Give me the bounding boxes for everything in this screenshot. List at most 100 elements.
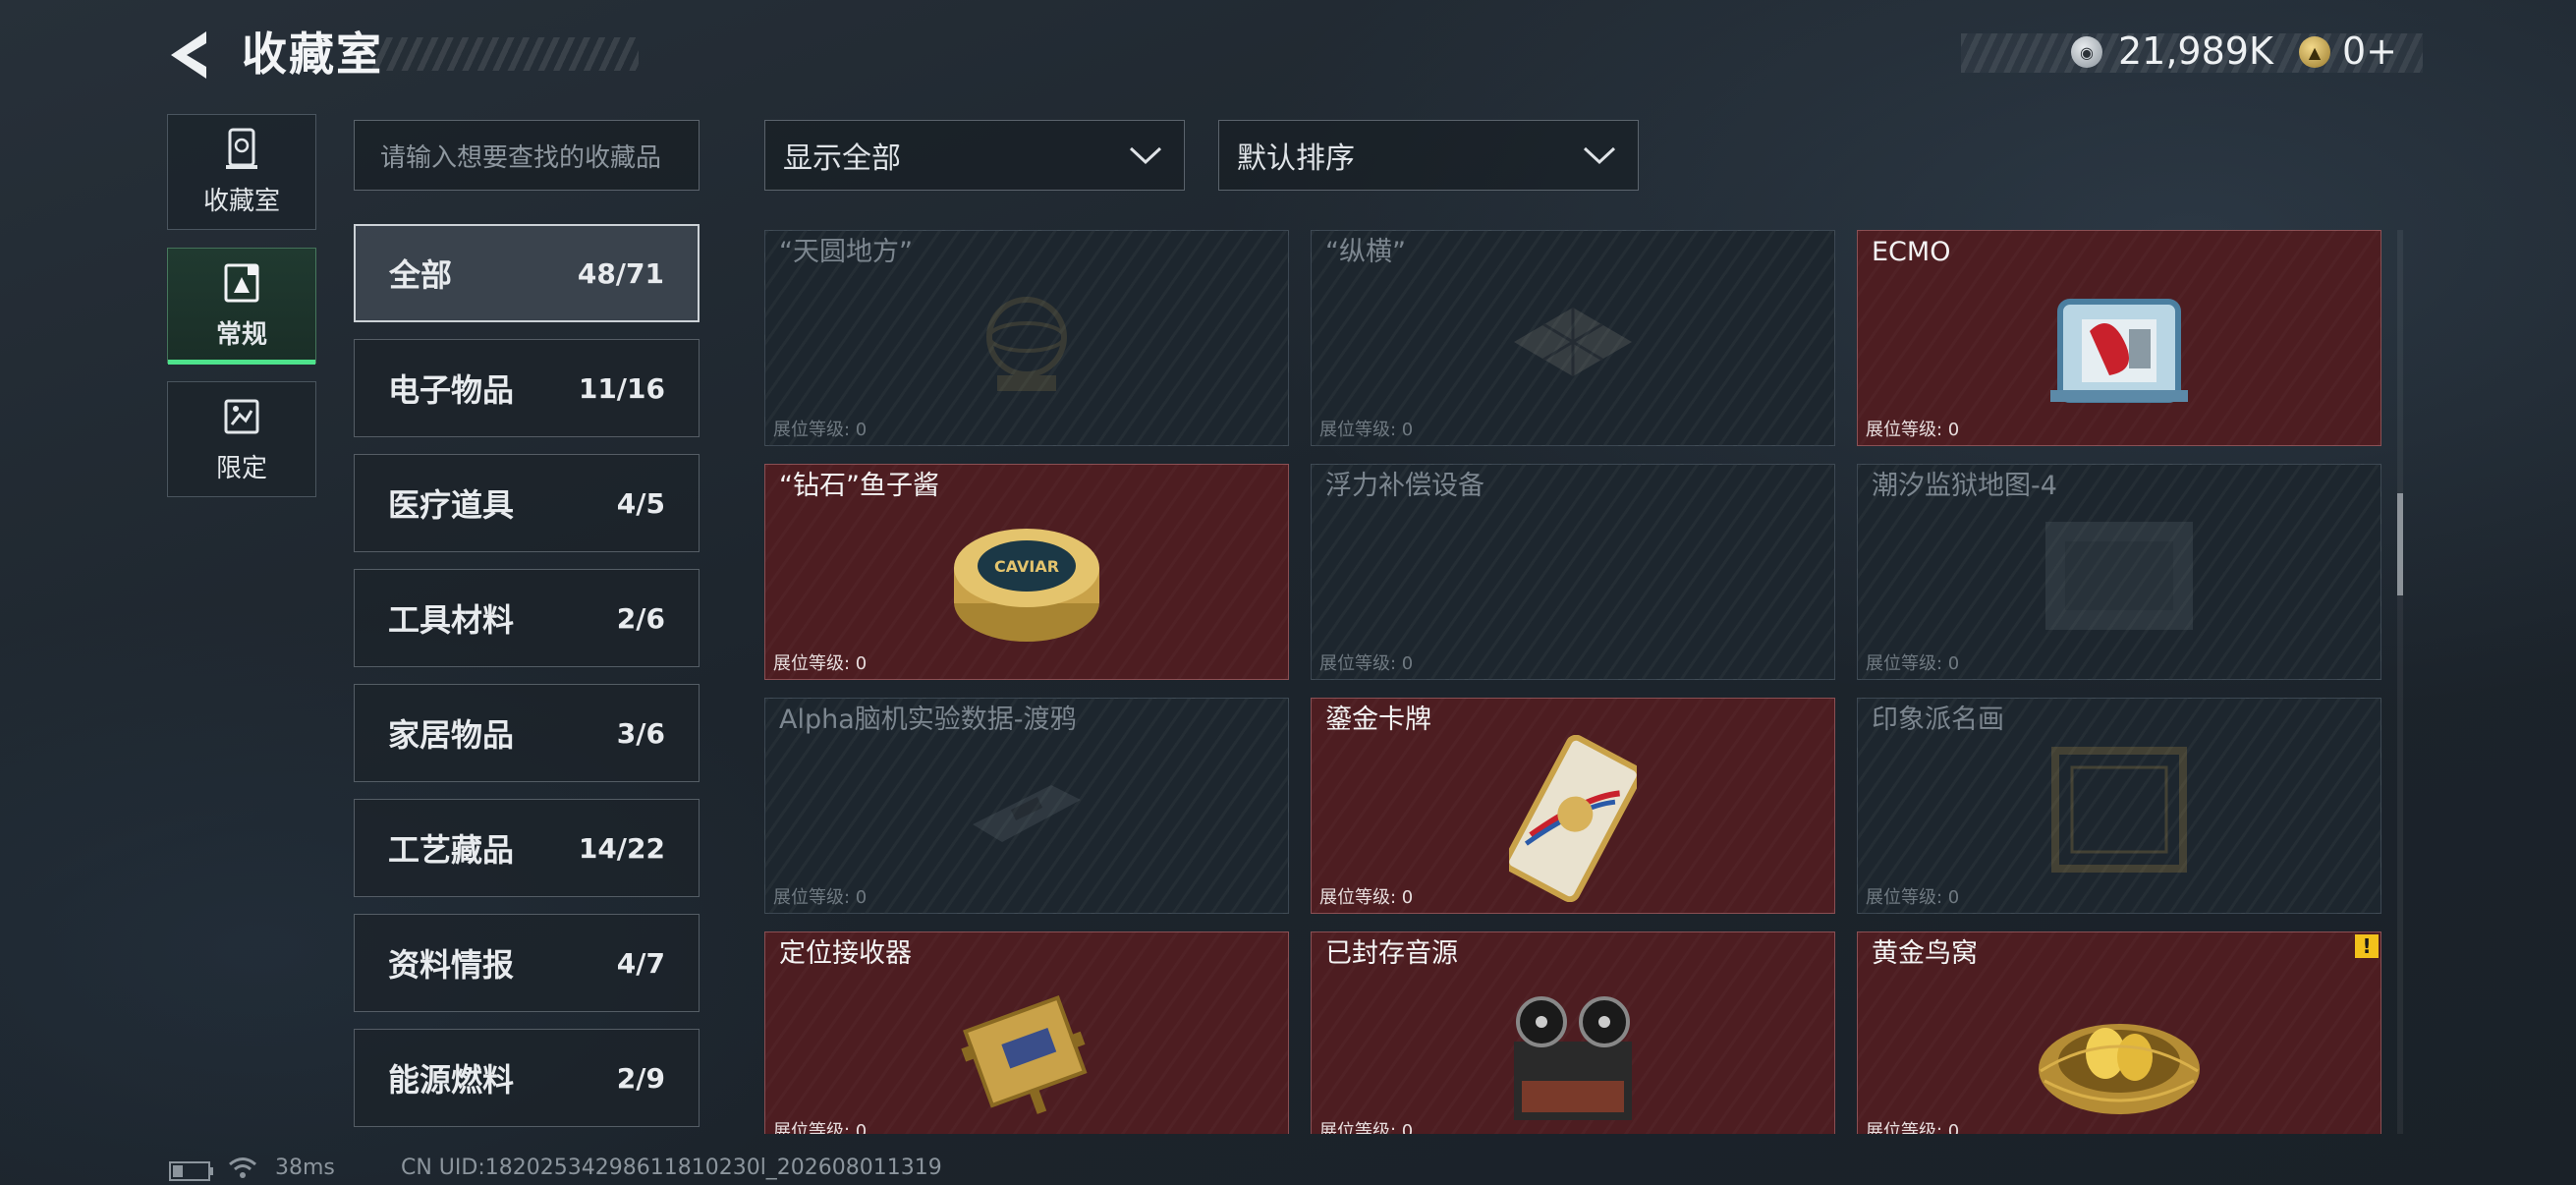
dropdown-value: 显示全部: [783, 141, 901, 176]
item-card[interactable]: 鎏金卡牌 展位等级: 0: [1311, 698, 1835, 914]
item-name: 鎏金卡牌: [1325, 705, 1431, 735]
category-medical[interactable]: 医疗道具 4/5: [354, 454, 700, 552]
category-count: 4/5: [616, 486, 665, 520]
item-name: “钻石”鱼子酱: [779, 471, 939, 501]
item-name: 浮力补偿设备: [1325, 471, 1484, 501]
category-count: 3/6: [616, 716, 665, 750]
chessboard-icon: [1514, 308, 1632, 377]
item-name: 定位接收器: [779, 938, 912, 969]
chevron-down-icon: [1583, 146, 1616, 165]
collection-grid: “天圆地方” 展位等级: 0 “纵横” 展位等级: 0 ECMO 展位等级: 0…: [764, 230, 2381, 1134]
gilded-card-icon: [1509, 735, 1637, 903]
show-filter-dropdown[interactable]: 显示全部: [764, 120, 1185, 191]
item-level: 展位等级: 0: [1319, 1121, 1414, 1134]
item-level: 展位等级: 0: [1866, 653, 1960, 674]
category-count: 11/16: [578, 371, 665, 405]
chevron-down-icon: [1129, 146, 1162, 165]
item-card[interactable]: 定位接收器 展位等级: 0: [764, 931, 1289, 1134]
category-name: 资料情报: [388, 946, 515, 984]
item-name: 潮汐监狱地图-4: [1872, 471, 2057, 501]
data-drive-icon: [973, 785, 1081, 843]
category-name: 工具材料: [388, 601, 515, 639]
item-name: 印象派名画: [1872, 705, 2004, 735]
item-name: “纵横”: [1325, 237, 1406, 267]
item-card[interactable]: 潮汐监狱地图-4 展位等级: 0: [1857, 464, 2381, 680]
category-tools[interactable]: 工具材料 2/6: [354, 569, 700, 667]
item-level: 展位等级: 0: [773, 653, 868, 674]
nav-collection-room[interactable]: 收藏室: [167, 114, 316, 230]
item-level: 展位等级: 0: [1866, 1121, 1960, 1134]
category-name: 能源燃料: [388, 1061, 515, 1099]
item-card[interactable]: 黄金鸟窝 ! 展位等级: 0: [1857, 931, 2381, 1134]
item-card[interactable]: 已封存音源 展位等级: 0: [1311, 931, 1835, 1134]
category-count: 4/7: [616, 946, 665, 980]
ecmo-machine-icon: [2050, 299, 2188, 404]
item-name: 黄金鸟窝: [1872, 938, 1978, 969]
item-level: 展位等级: 0: [1866, 420, 1960, 440]
painting-icon: [2051, 747, 2187, 874]
category-all[interactable]: 全部 48/71: [354, 224, 700, 322]
search-input[interactable]: 请输入想要查找的收藏品: [354, 120, 700, 191]
item-level: 展位等级: 0: [773, 420, 868, 440]
item-card[interactable]: ECMO 展位等级: 0: [1857, 230, 2381, 446]
item-card[interactable]: “天圆地方” 展位等级: 0: [764, 230, 1289, 446]
caviar-tin-icon: CAVIAR: [954, 528, 1099, 642]
item-card[interactable]: 浮力补偿设备 展位等级: 0: [1311, 464, 1835, 680]
nav-label: 收藏室: [202, 186, 280, 216]
category-energy[interactable]: 能源燃料 2/9: [354, 1029, 700, 1127]
active-indicator: [168, 360, 315, 365]
alert-badge: !: [2355, 934, 2379, 958]
category-count: 48/71: [577, 256, 664, 290]
battery-icon: [169, 1161, 213, 1181]
golden-nest-icon: [2039, 1024, 2200, 1115]
sort-dropdown[interactable]: 默认排序: [1218, 120, 1639, 191]
category-count: 14/22: [578, 831, 665, 865]
user-uid: CN UID:18202534298611810230l_20260801131…: [401, 1156, 942, 1180]
item-level: 展位等级: 0: [1319, 420, 1414, 440]
regular-icon: [224, 263, 259, 302]
map-icon: [2045, 522, 2193, 631]
grid-scrollbar[interactable]: [2397, 230, 2403, 1134]
scrollbar-thumb[interactable]: [2397, 493, 2403, 595]
item-name: 已封存音源: [1325, 938, 1458, 969]
back-arrow-icon[interactable]: [167, 29, 214, 81]
item-card[interactable]: “钻石”鱼子酱 CAVIAR 展位等级: 0: [764, 464, 1289, 680]
collection-room-icon: [226, 128, 257, 169]
page-title: 收藏室: [242, 28, 383, 81]
category-name: 家居物品: [388, 716, 515, 754]
caviar-label: CAVIAR: [994, 557, 1059, 576]
dropdown-value: 默认排序: [1237, 141, 1355, 176]
reel-recorder-icon: [1514, 996, 1632, 1121]
item-card[interactable]: Alpha脑机实验数据-渡鸦 展位等级: 0: [764, 698, 1289, 914]
title-decoration: [371, 37, 639, 71]
nav-limited[interactable]: 限定: [167, 381, 316, 497]
silver-currency-amount[interactable]: 21,989K: [2118, 28, 2273, 75]
astrolabe-icon: [986, 297, 1067, 392]
category-name: 医疗道具: [388, 486, 515, 524]
gold-currency-amount[interactable]: 0+: [2342, 28, 2397, 75]
category-crafts[interactable]: 工艺藏品 14/22: [354, 799, 700, 897]
category-name: 全部: [389, 256, 453, 294]
item-name: ECMO: [1872, 237, 1951, 267]
item-level: 展位等级: 0: [1319, 653, 1414, 674]
locator-receiver-icon: [961, 995, 1088, 1115]
category-household[interactable]: 家居物品 3/6: [354, 684, 700, 782]
item-card[interactable]: 印象派名画 展位等级: 0: [1857, 698, 2381, 914]
ping-value: 38ms: [275, 1156, 335, 1180]
item-level: 展位等级: 0: [1866, 887, 1960, 908]
category-name: 电子物品: [388, 371, 515, 409]
item-card[interactable]: “纵横” 展位等级: 0: [1311, 230, 1835, 446]
category-electronics[interactable]: 电子物品 11/16: [354, 339, 700, 437]
item-name: “天圆地方”: [779, 237, 913, 267]
item-level: 展位等级: 0: [773, 1121, 868, 1134]
category-intel[interactable]: 资料情报 4/7: [354, 914, 700, 1012]
category-count: 2/9: [616, 1061, 665, 1095]
nav-regular[interactable]: 常规: [167, 248, 316, 365]
gold-coin-icon: ▲: [2299, 36, 2330, 68]
nav-label: 常规: [215, 319, 267, 350]
category-count: 2/6: [616, 601, 665, 635]
item-level: 展位等级: 0: [773, 887, 868, 908]
item-name: Alpha脑机实验数据-渡鸦: [779, 705, 1077, 735]
category-name: 工艺藏品: [388, 831, 515, 869]
limited-icon: [224, 399, 259, 433]
